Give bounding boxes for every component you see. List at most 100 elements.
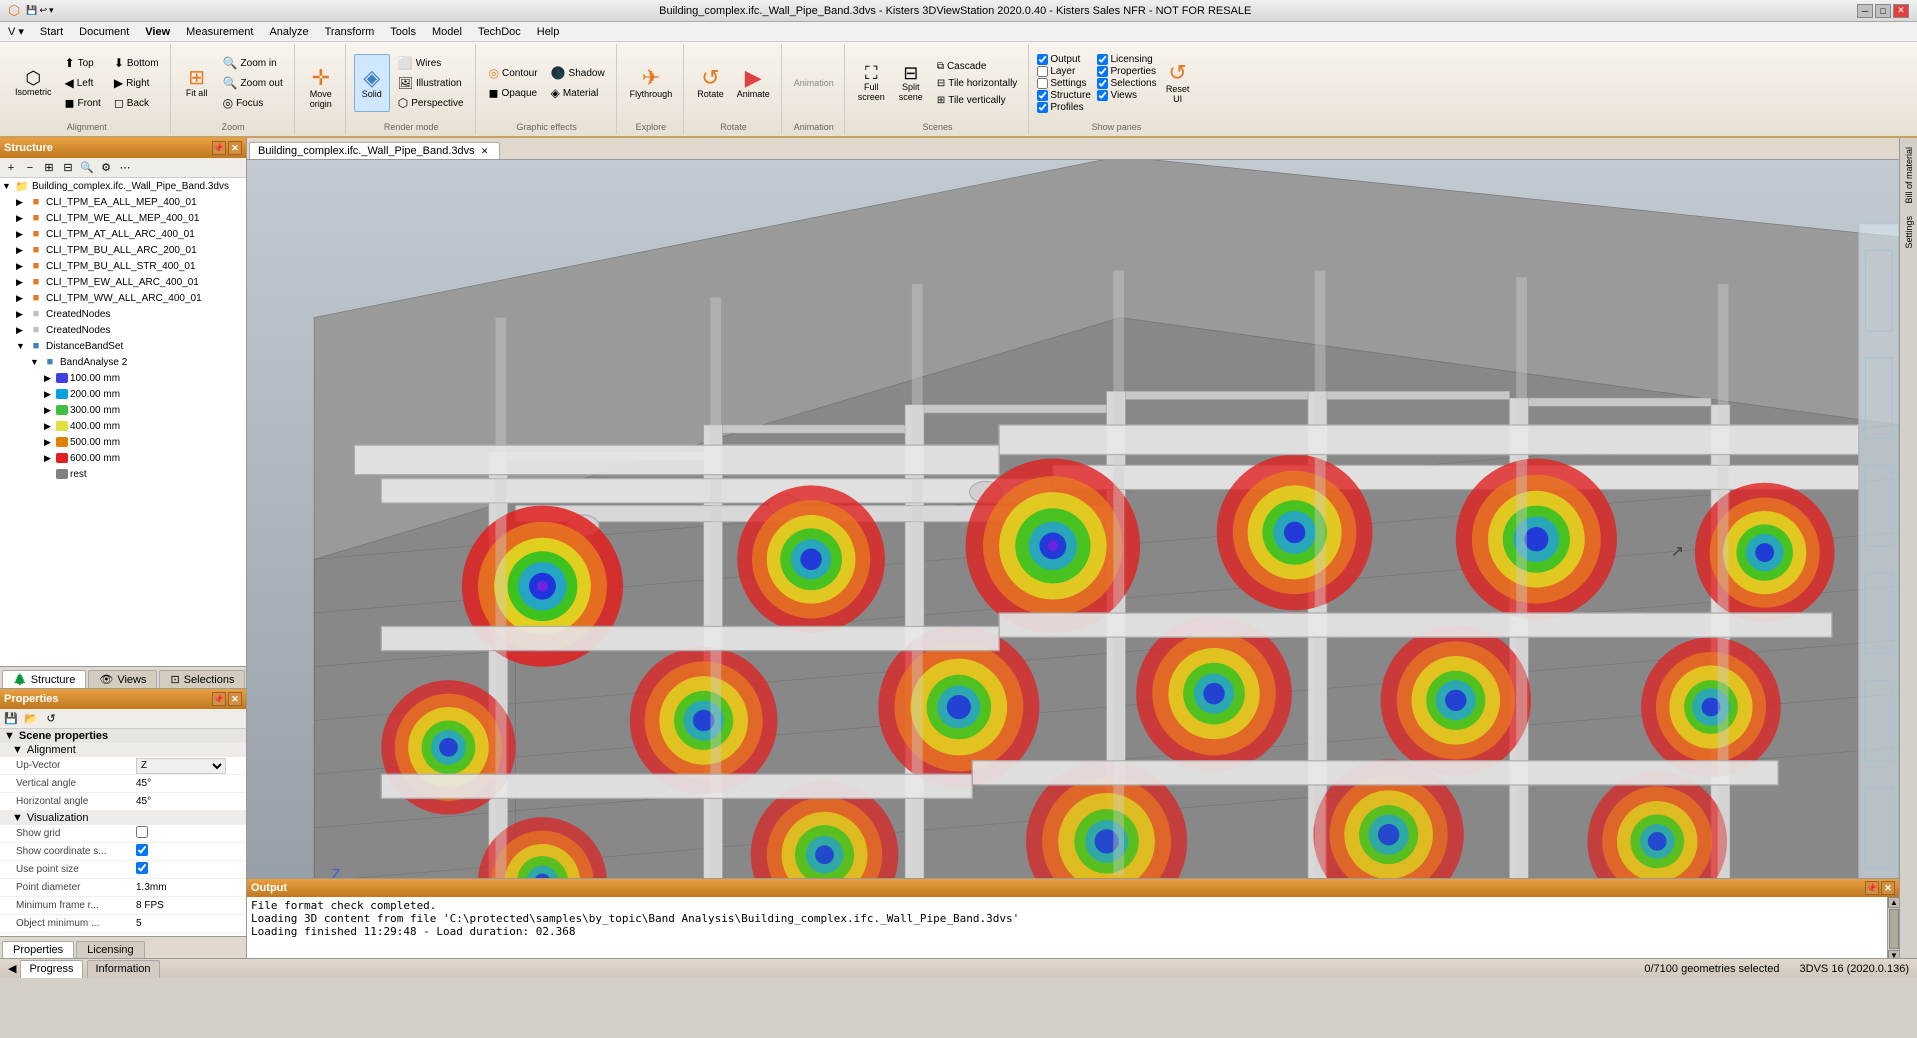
licensing-checkbox[interactable]	[1097, 54, 1108, 65]
tree-item[interactable]: ▼ ■ BandAnalyse 2	[0, 354, 246, 370]
tile-vert-button[interactable]: ⊞Tile vertically	[932, 93, 1023, 108]
zoom-out-button[interactable]: 🔍Zoom out	[218, 74, 288, 92]
menu-view[interactable]: View	[137, 22, 178, 41]
material-button[interactable]: ◈Material	[546, 84, 610, 102]
views-checkbox[interactable]	[1097, 90, 1108, 101]
scroll-down-btn[interactable]: ▼	[1888, 950, 1899, 958]
viewport-tab-close[interactable]: ✕	[479, 145, 491, 157]
wires-button[interactable]: ⬜Wires	[393, 54, 469, 72]
visualization-section-header[interactable]: ▼ Visualization	[0, 811, 246, 825]
props-reset-btn[interactable]: ↺	[42, 710, 60, 728]
tree-item[interactable]: ▶ ■ CLI_TPM_BU_ALL_ARC_200_01	[0, 242, 246, 258]
struct-expand-btn[interactable]: ⊞	[40, 159, 58, 177]
menu-help[interactable]: Help	[529, 22, 568, 41]
props-save-btn[interactable]: 💾	[2, 710, 20, 728]
bill-of-material-button[interactable]: Bill of material	[1901, 142, 1917, 209]
minimize-button[interactable]: ─	[1857, 4, 1873, 18]
structure-checkbox-label[interactable]: Structure	[1037, 90, 1096, 101]
scroll-up-btn[interactable]: ▲	[1888, 897, 1899, 908]
flythrough-button[interactable]: ✈ Flythrough	[625, 54, 678, 112]
menu-document[interactable]: Document	[71, 22, 137, 41]
zoom-in-button[interactable]: 🔍Zoom in	[218, 54, 288, 72]
tree-item[interactable]: ▶ ■ CreatedNodes	[0, 306, 246, 322]
tree-item[interactable]: ▶ 500.00 mm	[0, 434, 246, 450]
contour-button[interactable]: ◎Contour	[484, 64, 543, 82]
menu-techdoc[interactable]: TechDoc	[470, 22, 529, 41]
properties-checkbox[interactable]	[1097, 66, 1108, 77]
tree-item[interactable]: ▶ 600.00 mm	[0, 450, 246, 466]
isometric-button[interactable]: ⬡ Isometric	[10, 54, 57, 112]
maximize-button[interactable]: □	[1875, 4, 1891, 18]
front-button[interactable]: ◼Front	[60, 94, 106, 112]
props-close-button[interactable]: ✕	[228, 692, 242, 706]
tree-item[interactable]: ▶ 400.00 mm	[0, 418, 246, 434]
fit-all-button[interactable]: ⊞ Fit all	[179, 54, 215, 112]
tree-item[interactable]: ▶ 300.00 mm	[0, 402, 246, 418]
tree-item[interactable]: ▶ 200.00 mm	[0, 386, 246, 402]
solid-button[interactable]: ◈ Solid	[354, 54, 390, 112]
scene-props-header[interactable]: ▼ Scene properties	[0, 729, 246, 743]
settings-panel-button[interactable]: Settings	[1901, 211, 1917, 254]
viewport-tab-main[interactable]: Building_complex.ifc._Wall_Pipe_Band.3dv…	[249, 142, 500, 159]
right-button[interactable]: ▶Right	[109, 74, 164, 92]
opaque-button[interactable]: ◼Opaque	[484, 84, 543, 102]
show-grid-checkbox[interactable]	[136, 826, 148, 838]
views-checkbox-label[interactable]: Views	[1097, 90, 1156, 101]
menu-start[interactable]: Start	[32, 22, 71, 41]
top-button[interactable]: ⬆Top	[60, 54, 106, 72]
struct-collapse-btn[interactable]: ⊟	[59, 159, 77, 177]
layer-checkbox-label[interactable]: Layer	[1037, 66, 1096, 77]
output-pin-button[interactable]: 📌	[1865, 881, 1879, 895]
struct-filter-btn[interactable]: 🔍	[78, 159, 96, 177]
output-checkbox-label[interactable]: Output	[1037, 54, 1096, 65]
structure-pin-button[interactable]: 📌	[212, 141, 226, 155]
split-scene-button[interactable]: ⊟ Splitscene	[893, 54, 929, 112]
back-button[interactable]: ◻Back	[109, 94, 164, 112]
menu-measurement[interactable]: Measurement	[178, 22, 261, 41]
tile-horiz-button[interactable]: ⊟Tile horizontally	[932, 76, 1023, 91]
move-origin-button[interactable]: ✛ Moveorigin	[303, 59, 339, 117]
full-screen-button[interactable]: ⛶ Fullscreen	[853, 54, 890, 112]
tree-item[interactable]: ▶ ■ CreatedNodes	[0, 322, 246, 338]
tree-item[interactable]: ▼ 📁 Building_complex.ifc._Wall_Pipe_Band…	[0, 178, 246, 194]
perspective-button[interactable]: ⬡Perspective	[393, 94, 469, 112]
tree-item[interactable]: ▶ ■ CLI_TPM_WE_ALL_MEP_400_01	[0, 210, 246, 226]
struct-del-btn[interactable]: −	[21, 159, 39, 177]
use-point-size-checkbox[interactable]	[136, 862, 148, 874]
close-button[interactable]: ✕	[1893, 4, 1909, 18]
animate-button[interactable]: ▶ Animate	[732, 54, 775, 112]
selections-checkbox-label[interactable]: Selections	[1097, 78, 1156, 89]
selections-checkbox[interactable]	[1097, 78, 1108, 89]
settings-checkbox-label[interactable]: Settings	[1037, 78, 1096, 89]
rotate-button[interactable]: ↺ Rotate	[692, 54, 729, 112]
tree-item[interactable]: ▼ ■ DistanceBandSet	[0, 338, 246, 354]
settings-checkbox[interactable]	[1037, 78, 1048, 89]
bottom-button[interactable]: ⬇Bottom	[109, 54, 164, 72]
left-button[interactable]: ◀Left	[60, 74, 106, 92]
illustration-button[interactable]: 🖼Illustration	[393, 74, 469, 92]
menu-v[interactable]: V ▾	[0, 22, 32, 41]
layer-checkbox[interactable]	[1037, 66, 1048, 77]
tree-item[interactable]: ▶ ■ CLI_TPM_EW_ALL_ARC_400_01	[0, 274, 246, 290]
reset-ui-button[interactable]: ↺ ResetUI	[1160, 54, 1196, 112]
menu-tools[interactable]: Tools	[382, 22, 424, 41]
struct-settings-btn[interactable]: ⚙	[97, 159, 115, 177]
tree-item[interactable]: ▶ ■ CLI_TPM_WW_ALL_ARC_400_01	[0, 290, 246, 306]
output-checkbox[interactable]	[1037, 54, 1048, 65]
menu-analyze[interactable]: Analyze	[261, 22, 316, 41]
tree-item[interactable]: ▶ rest	[0, 466, 246, 482]
cascade-button[interactable]: ⧉Cascade	[932, 59, 1023, 74]
menu-model[interactable]: Model	[424, 22, 470, 41]
structure-checkbox[interactable]	[1037, 90, 1048, 101]
menu-transform[interactable]: Transform	[317, 22, 383, 41]
alignment-section-header[interactable]: ▼ Alignment	[0, 743, 246, 757]
shadow-button[interactable]: 🌑Shadow	[546, 64, 610, 82]
focus-button[interactable]: ◎Focus	[218, 94, 288, 112]
struct-new-btn[interactable]: +	[2, 159, 20, 177]
output-close-button[interactable]: ✕	[1881, 881, 1895, 895]
tree-item[interactable]: ▶ ■ CLI_TPM_AT_ALL_ARC_400_01	[0, 226, 246, 242]
scroll-thumb[interactable]	[1889, 909, 1899, 949]
tree-item[interactable]: ▶ ■ CLI_TPM_BU_ALL_STR_400_01	[0, 258, 246, 274]
licensing-checkbox-label[interactable]: Licensing	[1097, 54, 1156, 65]
properties-checkbox-label[interactable]: Properties	[1097, 66, 1156, 77]
